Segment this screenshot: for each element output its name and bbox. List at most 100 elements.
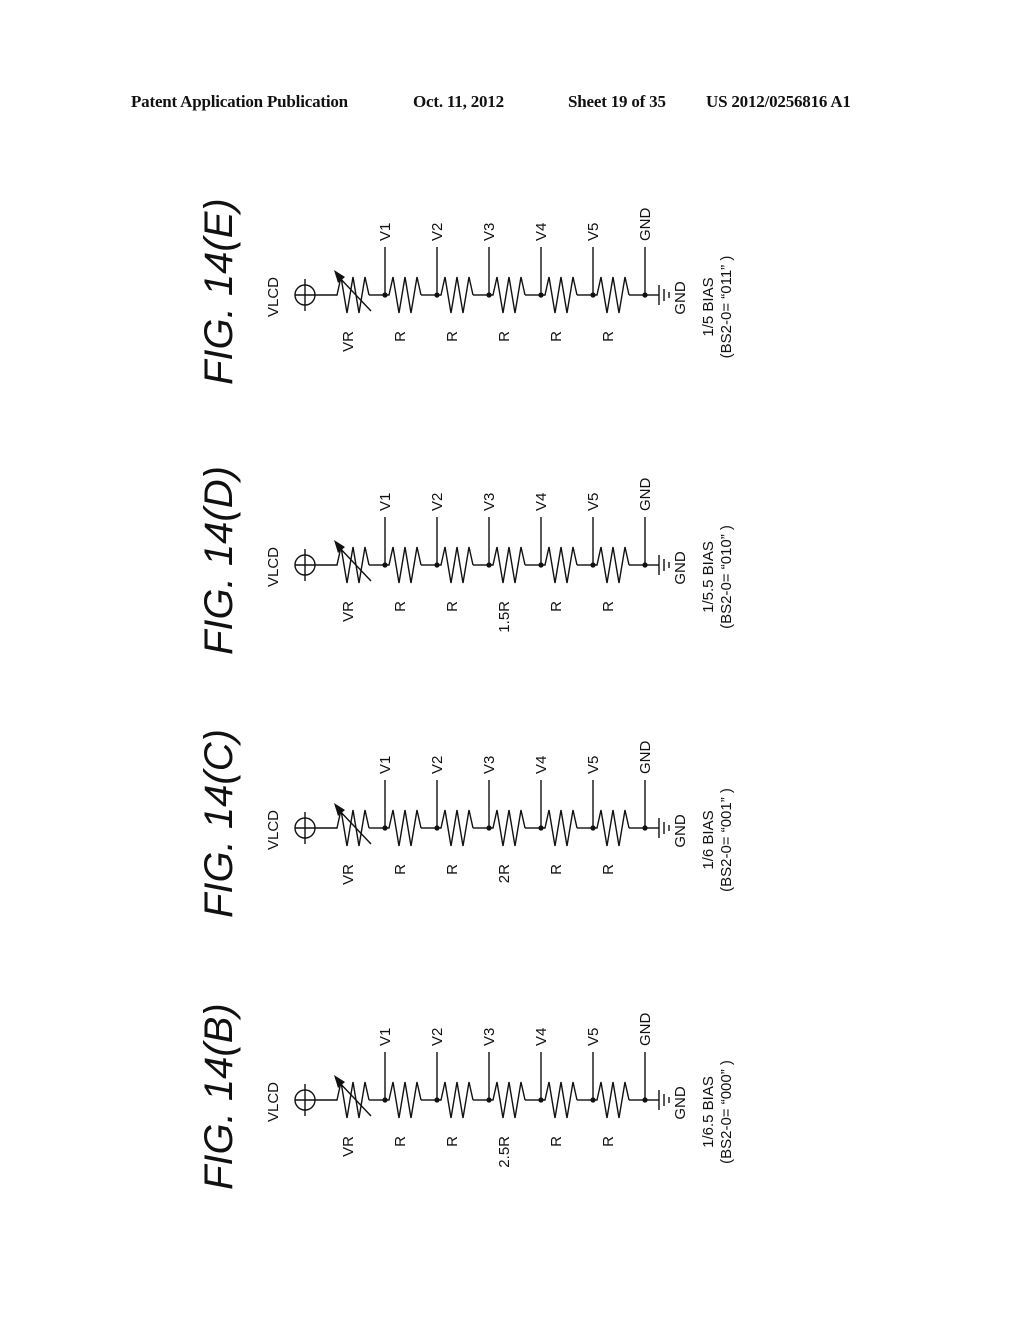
supply-label: VLCD — [265, 277, 282, 317]
ground-label: GND — [672, 814, 689, 848]
resistor-icon — [593, 1081, 645, 1119]
figure-label: FIG. 14(E) — [197, 198, 241, 385]
resistor-label: VR — [340, 601, 357, 622]
tap-label: V3 — [481, 223, 498, 241]
resistor-label: R — [548, 864, 565, 875]
tap-label: GND — [637, 1013, 654, 1047]
resistor-label: R — [496, 331, 513, 342]
resistor-label: R — [600, 601, 617, 612]
resistor-icon — [437, 546, 489, 584]
variable-resistor-icon — [333, 270, 385, 314]
bias-setting-caption: (BS2-0= “010” ) — [718, 525, 735, 629]
tap-label: V1 — [377, 1028, 394, 1046]
bias-caption: 1/5 BIAS — [700, 277, 717, 336]
bias-setting-caption: (BS2-0= “000” ) — [718, 1060, 735, 1164]
figure-14d: FIG. 14(D) VLCD VR R R 1.5R R R V1 V2 V3 V4 V5 GND GND… — [197, 466, 735, 655]
resistor-label: R — [548, 331, 565, 342]
resistor-icon — [541, 276, 593, 314]
voltage-source-icon — [294, 1084, 333, 1116]
resistor-label: R — [600, 331, 617, 342]
resistor-label: R — [444, 1136, 461, 1147]
drawing-sheet: FIG. 14(B) VLCD VR R R 2.5R R R V1 V2 V3 V4 V5 GND GND… — [197, 198, 735, 1190]
supply-label: VLCD — [265, 1082, 282, 1122]
voltage-source-icon — [294, 812, 333, 844]
resistor-icon — [489, 1081, 541, 1119]
voltage-source-icon — [294, 549, 333, 581]
resistor-label: R — [392, 331, 409, 342]
figure-label: FIG. 14(C) — [197, 729, 241, 918]
resistor-label: R — [548, 1136, 565, 1147]
tap-label: V2 — [429, 223, 446, 241]
ground-icon — [645, 818, 670, 838]
resistor-icon — [593, 809, 645, 847]
figure-label: FIG. 14(D) — [197, 466, 241, 655]
variable-resistor-icon — [333, 803, 385, 847]
bias-setting-caption: (BS2-0= “011” ) — [718, 256, 735, 359]
variable-resistor-icon — [333, 540, 385, 584]
bias-caption: 1/6 BIAS — [700, 810, 717, 869]
resistor-icon — [593, 546, 645, 584]
resistor-label: VR — [340, 1136, 357, 1157]
tap-label: V2 — [429, 756, 446, 774]
resistor-icon — [385, 276, 437, 314]
resistor-label: R — [392, 601, 409, 612]
resistor-label: R — [444, 601, 461, 612]
bias-caption: 1/6.5 BIAS — [700, 1076, 717, 1148]
tap-label: GND — [637, 208, 654, 242]
resistor-label: R — [600, 1136, 617, 1147]
resistor-icon — [489, 276, 541, 314]
resistor-label: VR — [340, 864, 357, 885]
tap-label: V1 — [377, 223, 394, 241]
tap-label: V2 — [429, 1028, 446, 1046]
resistor-label: R — [392, 864, 409, 875]
figure-14b: FIG. 14(B) VLCD VR R R 2.5R R R V1 V2 V3 V4 V5 GND GND… — [197, 1003, 735, 1190]
tap-label: V5 — [585, 223, 602, 241]
resistor-label: 2.5R — [496, 1136, 513, 1168]
resistor-icon — [489, 546, 541, 584]
tap-label: GND — [637, 741, 654, 775]
ground-label: GND — [672, 1086, 689, 1120]
tap-label: V3 — [481, 493, 498, 511]
resistor-icon — [489, 809, 541, 847]
tap-label: V5 — [585, 493, 602, 511]
tap-label: V2 — [429, 493, 446, 511]
tap-label: V4 — [533, 493, 550, 511]
tap-label: V1 — [377, 493, 394, 511]
resistor-icon — [541, 546, 593, 584]
tap-label: V3 — [481, 756, 498, 774]
resistor-icon — [385, 1081, 437, 1119]
ground-label: GND — [672, 551, 689, 585]
tap-label: V3 — [481, 1028, 498, 1046]
resistor-icon — [437, 809, 489, 847]
ground-label: GND — [672, 281, 689, 315]
resistor-label: R — [548, 601, 565, 612]
tap-label: V5 — [585, 756, 602, 774]
voltage-source-icon — [294, 279, 333, 311]
figure-14c: FIG. 14(C) VLCD VR R R 2R R R V1 V2 V3 V4 V5 GND GND 1/… — [197, 729, 735, 918]
resistor-icon — [541, 1081, 593, 1119]
figure-14e: FIG. 14(E) VLCD VR R R R R R V1 V2 V3 V4 V5 GND GND 1/5… — [197, 198, 735, 385]
resistor-label: R — [600, 864, 617, 875]
ground-icon — [645, 1090, 670, 1110]
resistor-icon — [541, 809, 593, 847]
resistor-label: 2R — [496, 864, 513, 883]
ground-icon — [645, 555, 670, 575]
tap-label: GND — [637, 478, 654, 512]
supply-label: VLCD — [265, 810, 282, 850]
resistor-icon — [385, 546, 437, 584]
tap-label: V1 — [377, 756, 394, 774]
resistor-icon — [593, 276, 645, 314]
ground-icon — [645, 285, 670, 305]
resistor-label: R — [444, 331, 461, 342]
resistor-icon — [385, 809, 437, 847]
variable-resistor-icon — [333, 1075, 385, 1119]
tap-label: V4 — [533, 223, 550, 241]
resistor-label: R — [444, 864, 461, 875]
resistor-label: VR — [340, 331, 357, 352]
tap-label: V5 — [585, 1028, 602, 1046]
resistor-label: 1.5R — [496, 601, 513, 633]
resistor-icon — [437, 1081, 489, 1119]
bias-setting-caption: (BS2-0= “001” ) — [718, 788, 735, 892]
bias-caption: 1/5.5 BIAS — [700, 541, 717, 613]
resistor-label: R — [392, 1136, 409, 1147]
